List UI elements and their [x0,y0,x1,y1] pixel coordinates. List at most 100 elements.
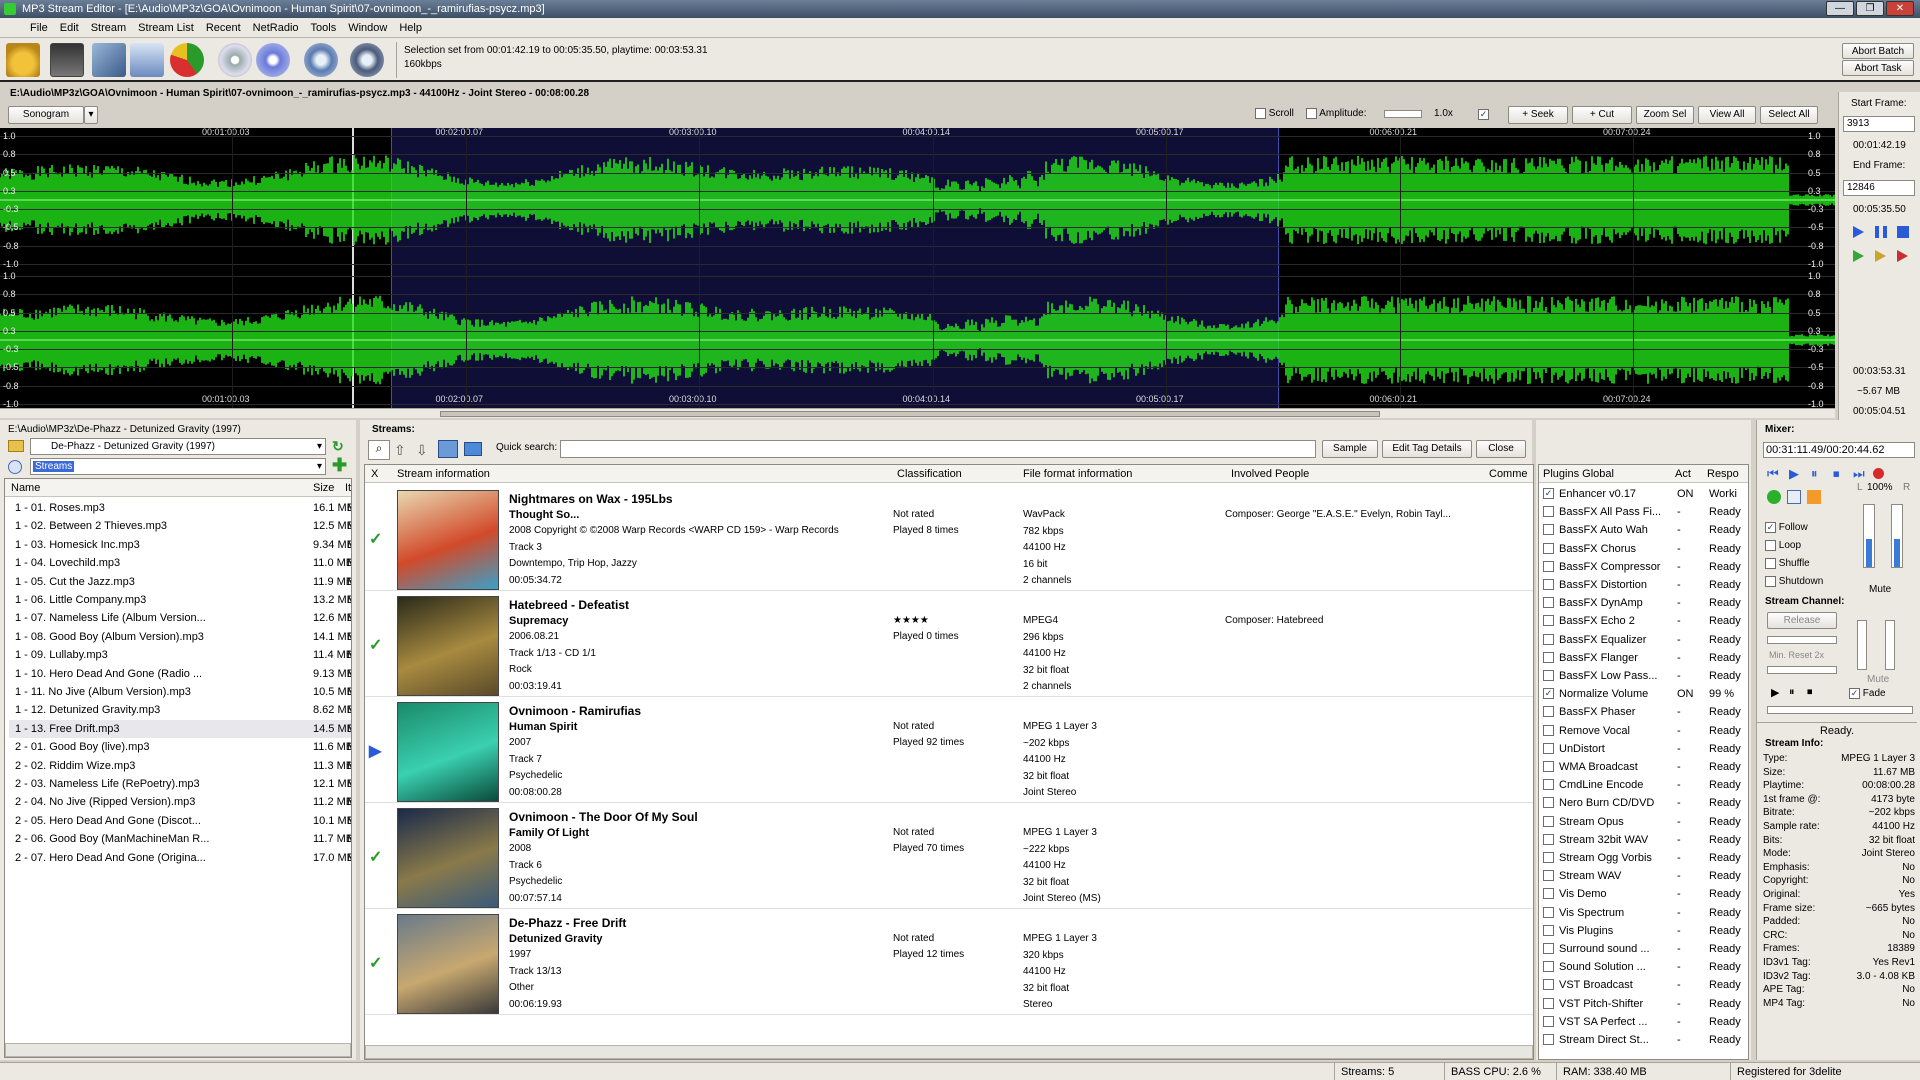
scroll-checkbox[interactable] [1255,108,1266,119]
quick-search-input[interactable] [560,440,1316,458]
plugin-row[interactable]: Remove Vocal - Ready [1541,722,1748,740]
file-row[interactable]: 1 - 05. Cut the Jazz.mp311.9 MBM [9,573,351,591]
plugin-checkbox[interactable] [1543,761,1554,772]
file-row[interactable]: 1 - 03. Homesick Inc.mp39.34 MBM [9,536,351,554]
forward-icon[interactable]: ⏭ [1853,466,1865,482]
play-from-icon[interactable] [1875,250,1886,262]
file-row[interactable]: 1 - 09. Lullaby.mp311.4 MBM [9,646,351,664]
image-view-icon[interactable] [438,440,458,458]
stream-row[interactable]: ✓ Hatebreed - Defeatist Supremacy 2006.08.2… [365,593,1533,697]
plugin-checkbox[interactable] [1543,979,1554,991]
close-streams-button[interactable]: Close [1476,440,1526,458]
file-row[interactable]: 2 - 03. Nameless Life (RePoetry).mp3 12.1… [9,775,351,793]
play-to-icon[interactable] [1897,250,1908,262]
menu-recent[interactable]: Recent [200,18,247,38]
plugin-row[interactable]: Vis Spectrum - Ready [1541,904,1748,922]
end-frame-input[interactable]: 12846 [1843,180,1915,196]
move-down-icon[interactable]: ⇩ [416,442,428,459]
file-row[interactable]: 1 - 02. Between 2 Thieves.mp312.5 MBM [9,517,351,535]
menu-window[interactable]: Window [342,18,393,38]
plugin-row[interactable]: BassFX Distortion - Ready [1541,576,1748,594]
plugin-row[interactable]: BassFX Compressor - Ready [1541,558,1748,576]
abort-task-button[interactable]: Abort Task [1842,60,1914,76]
stream-row[interactable]: ✓ Nightmares on Wax - 195Lbs Thought So...… [365,487,1533,591]
cube-icon[interactable] [92,43,126,77]
amplitude-slider[interactable] [1384,110,1422,118]
open-folder-icon[interactable] [6,43,40,77]
filter-icon[interactable] [8,460,22,474]
plugin-checkbox[interactable] [1543,706,1554,718]
plugin-row[interactable]: UnDistort - Ready [1541,740,1748,758]
plugin-row[interactable]: BassFX Echo 2 - Ready [1541,612,1748,630]
plugin-checkbox[interactable] [1543,924,1554,936]
plugin-row[interactable]: Stream Opus - Ready [1541,813,1748,831]
menu-file[interactable]: File [24,18,54,38]
menu-netradio[interactable]: NetRadio [247,18,305,38]
plugin-checkbox[interactable] [1543,670,1554,681]
waveform-hscroll[interactable] [0,408,1835,418]
follow-toggle[interactable]: ✓ Follow [1765,522,1808,533]
file-row[interactable]: 2 - 04. No Jive (Ripped Version).mp3 11.2… [9,793,351,811]
scroll-toggle[interactable]: Scroll [1255,108,1294,119]
file-row[interactable]: 2 - 07. Hero Dead And Gone (Origina... 17… [9,849,351,867]
shuffle-toggle[interactable]: Shuffle [1765,558,1810,569]
amplitude-checkbox[interactable] [1306,108,1317,119]
file-row[interactable]: 1 - 08. Good Boy (Album Version).mp3 14.1… [9,628,351,646]
plugin-checkbox[interactable] [1543,961,1554,973]
plugin-row[interactable]: BassFX DynAmp - Ready [1541,594,1748,612]
refresh-icon[interactable]: ↻ [332,438,344,455]
mute-label[interactable]: Mute [1869,584,1891,595]
plugin-checkbox[interactable] [1543,579,1554,590]
rss-icon[interactable] [1807,490,1821,504]
plugin-row[interactable]: Sound Solution ... - Ready [1541,958,1748,976]
cut-button[interactable]: + Cut [1572,106,1632,124]
play-selection-icon[interactable] [1853,250,1864,262]
plugin-checkbox[interactable]: ✓ [1543,688,1554,700]
file-row[interactable]: 1 - 13. Free Drift.mp314.5 MBM [9,719,351,738]
position-slider[interactable] [1767,706,1913,714]
plugin-row[interactable]: VST Pitch-Shifter - Ready [1541,995,1748,1013]
select-all-button[interactable]: Select All [1760,106,1818,124]
menu-stream-list[interactable]: Stream List [132,18,200,38]
channel-pause-icon[interactable]: ⏸ [1789,686,1795,699]
stream-list-hscroll[interactable] [365,1045,1533,1059]
zoom-selection-button[interactable]: Zoom Sel [1636,106,1694,124]
plugin-row[interactable]: ✓ Normalize Volume ON 99 % [1541,685,1748,703]
search-icon[interactable]: ⌕ [368,440,390,460]
record-icon[interactable] [1873,468,1884,479]
stream-row[interactable]: ▶ Ovnimoon - Ramirufias Human Spirit 2007 Tr… [365,699,1533,803]
chevron-down-icon[interactable]: ▾ [317,439,322,454]
view-mode-dropdown[interactable]: ▾ [84,106,98,124]
plugin-checkbox[interactable] [1543,506,1554,518]
amplitude-control[interactable]: Amplitude: [1306,108,1366,119]
pie-chart-icon[interactable] [170,43,204,77]
plugin-row[interactable]: BassFX Equalizer - Ready [1541,631,1748,649]
file-row[interactable]: 1 - 07. Nameless Life (Album Version... 1… [9,609,351,627]
plugin-row[interactable]: BassFX Low Pass... - Ready [1541,667,1748,685]
plugin-checkbox[interactable] [1543,888,1554,900]
maximize-button[interactable]: ❐ [1856,1,1884,16]
plugin-row[interactable]: Stream Direct St... - Ready [1541,1031,1748,1049]
plugin-checkbox[interactable] [1543,524,1554,536]
file-row[interactable]: 1 - 04. Lovechild.mp311.0 MBM [9,554,351,572]
plugin-checkbox[interactable] [1543,615,1554,627]
rewind-icon[interactable]: ⏮ [1767,466,1779,482]
plugin-checkbox[interactable] [1543,870,1554,882]
plugin-checkbox[interactable] [1543,542,1554,554]
file-row[interactable]: 2 - 06. Good Boy (ManMachineMan R... 11.7… [9,830,351,848]
plugin-row[interactable]: Stream WAV - Ready [1541,867,1748,885]
volume-slider-right[interactable] [1891,504,1903,568]
sync-checkbox[interactable]: ✓ [1478,108,1489,120]
plugin-row[interactable]: VST Broadcast - Ready [1541,976,1748,994]
menu-tools[interactable]: Tools [305,18,343,38]
abort-batch-button[interactable]: Abort Batch [1842,43,1914,59]
plugin-checkbox[interactable] [1543,1015,1554,1027]
monitor-icon[interactable] [464,442,482,456]
plugin-checkbox[interactable] [1543,833,1554,845]
channel-stop-icon[interactable]: ⏹ [1807,686,1813,699]
edit-tag-details-button[interactable]: Edit Tag Details [1382,440,1472,458]
plugin-row[interactable]: Vis Demo - Ready [1541,885,1748,903]
pause-icon[interactable] [1875,226,1887,238]
plugin-checkbox[interactable] [1543,633,1554,645]
plugin-row[interactable]: CmdLine Encode - Ready [1541,776,1748,794]
